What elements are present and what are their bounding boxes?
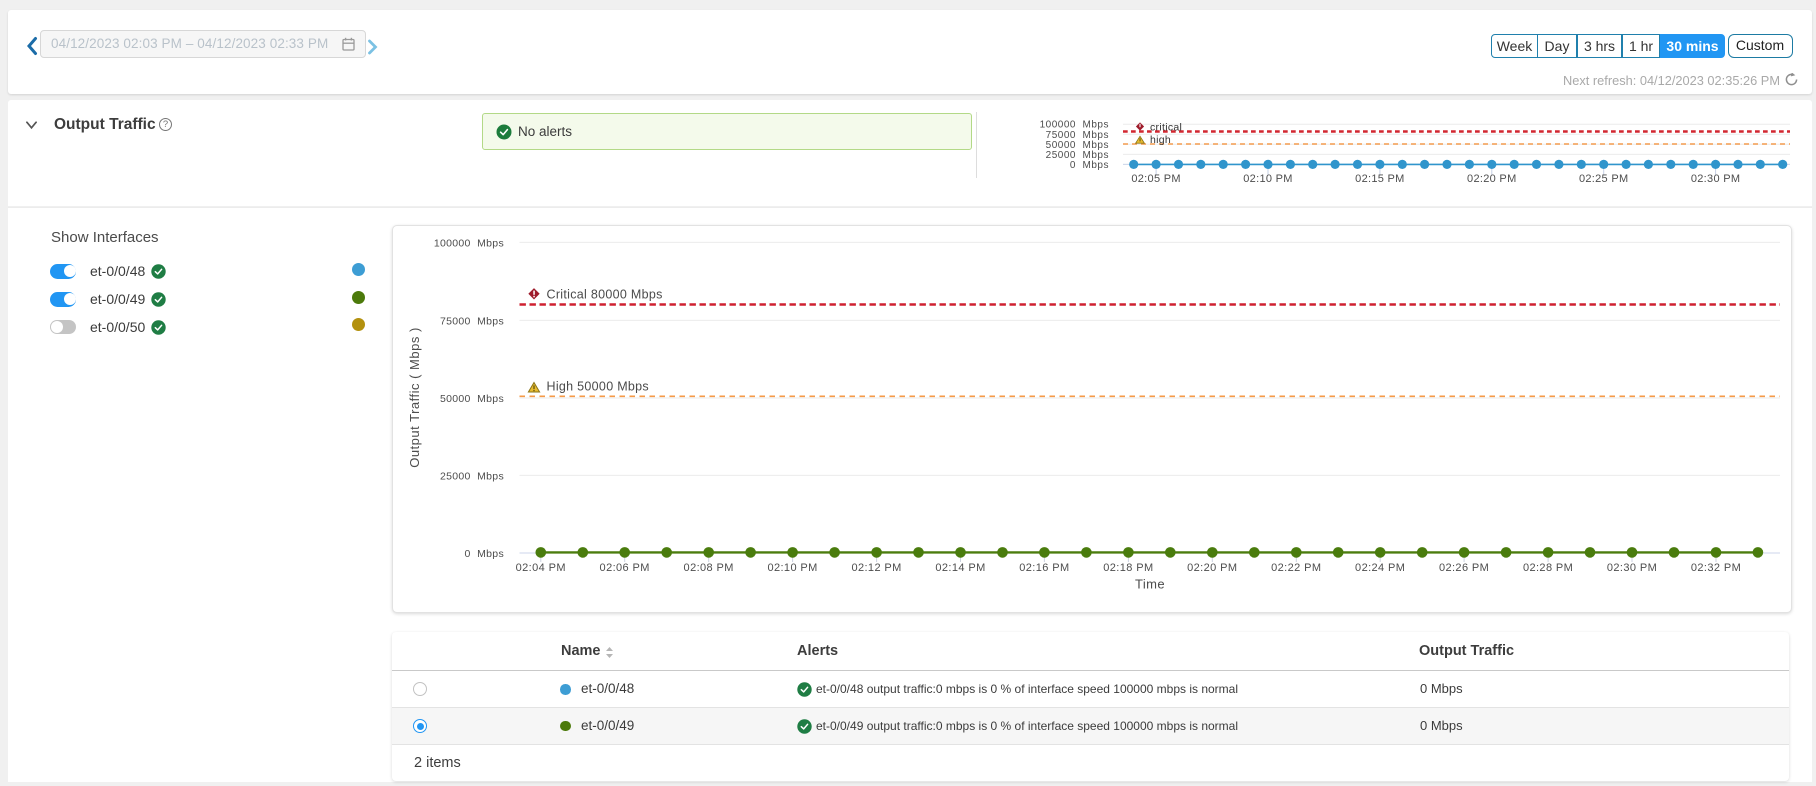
svg-text:02:30 PM: 02:30 PM	[1691, 173, 1740, 185]
svg-text:02:22 PM: 02:22 PM	[1271, 562, 1321, 574]
svg-text:02:05 PM: 02:05 PM	[1131, 173, 1180, 185]
svg-text:02:18 PM: 02:18 PM	[1103, 562, 1153, 574]
svg-text:02:10 PM: 02:10 PM	[767, 562, 817, 574]
svg-text:02:15 PM: 02:15 PM	[1355, 173, 1404, 185]
svg-text:25000 Mbps: 25000 Mbps	[440, 470, 504, 482]
svg-text:Critical 80000 Mbps: Critical 80000 Mbps	[547, 288, 663, 302]
svg-text:02:24 PM: 02:24 PM	[1355, 562, 1405, 574]
svg-text:02:08 PM: 02:08 PM	[684, 562, 734, 574]
svg-text:02:20 PM: 02:20 PM	[1467, 173, 1516, 185]
svg-text:02:10 PM: 02:10 PM	[1243, 173, 1292, 185]
svg-text:0 Mbps: 0 Mbps	[465, 548, 504, 560]
svg-text:02:12 PM: 02:12 PM	[851, 562, 901, 574]
svg-text:50000 Mbps: 50000 Mbps	[440, 393, 504, 405]
svg-text:critical: critical	[1150, 122, 1182, 134]
svg-text:75000 Mbps: 75000 Mbps	[440, 315, 504, 327]
svg-text:0 Mbps: 0 Mbps	[1070, 160, 1109, 171]
svg-text:02:32 PM: 02:32 PM	[1691, 562, 1741, 574]
svg-text:02:26 PM: 02:26 PM	[1439, 562, 1489, 574]
svg-text:02:06 PM: 02:06 PM	[600, 562, 650, 574]
svg-text:high: high	[1150, 134, 1171, 146]
svg-text:High 50000 Mbps: High 50000 Mbps	[547, 380, 649, 394]
svg-text:02:30 PM: 02:30 PM	[1607, 562, 1657, 574]
svg-text:02:25 PM: 02:25 PM	[1579, 173, 1628, 185]
svg-text:Output Traffic ( Mbps ): Output Traffic ( Mbps )	[407, 327, 422, 468]
svg-text:100000 Mbps: 100000 Mbps	[434, 237, 504, 249]
svg-text:Time: Time	[1135, 577, 1165, 592]
svg-text:02:04 PM: 02:04 PM	[516, 562, 566, 574]
svg-text:02:14 PM: 02:14 PM	[935, 562, 985, 574]
svg-text:02:20 PM: 02:20 PM	[1187, 562, 1237, 574]
svg-text:02:28 PM: 02:28 PM	[1523, 562, 1573, 574]
svg-text:02:16 PM: 02:16 PM	[1019, 562, 1069, 574]
